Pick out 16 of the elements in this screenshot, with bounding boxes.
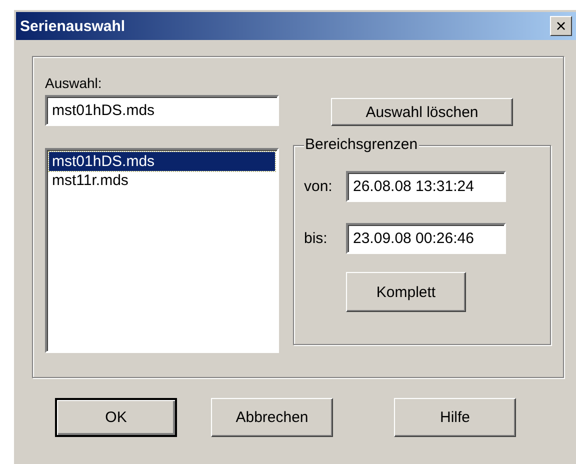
list-item[interactable]: mst11r.mds: [49, 171, 275, 190]
dialog-button[interactable]: Hilfe: [394, 398, 516, 437]
complete-button[interactable]: Komplett: [346, 272, 466, 312]
window-title: Serienauswahl: [20, 18, 126, 34]
clear-selection-button[interactable]: Auswahl löschen: [331, 98, 513, 126]
input-field[interactable]: 26.08.08 13:31:24: [346, 170, 506, 202]
input-field[interactable]: 23.09.08 00:26:46: [346, 222, 506, 254]
field-label: bis:: [304, 230, 328, 246]
group-title: Bereichsgrenzen: [304, 136, 419, 153]
field-label: von:: [304, 178, 334, 194]
field-label: Auswahl:: [45, 75, 103, 93]
dialog-button[interactable]: OK: [55, 398, 177, 437]
close-button[interactable]: ×: [550, 16, 572, 36]
dialog-button[interactable]: Abbrechen: [211, 398, 333, 437]
list-item[interactable]: mst01hDS.mds: [49, 152, 275, 171]
input-field[interactable]: mst01hDS.mds: [45, 95, 279, 126]
